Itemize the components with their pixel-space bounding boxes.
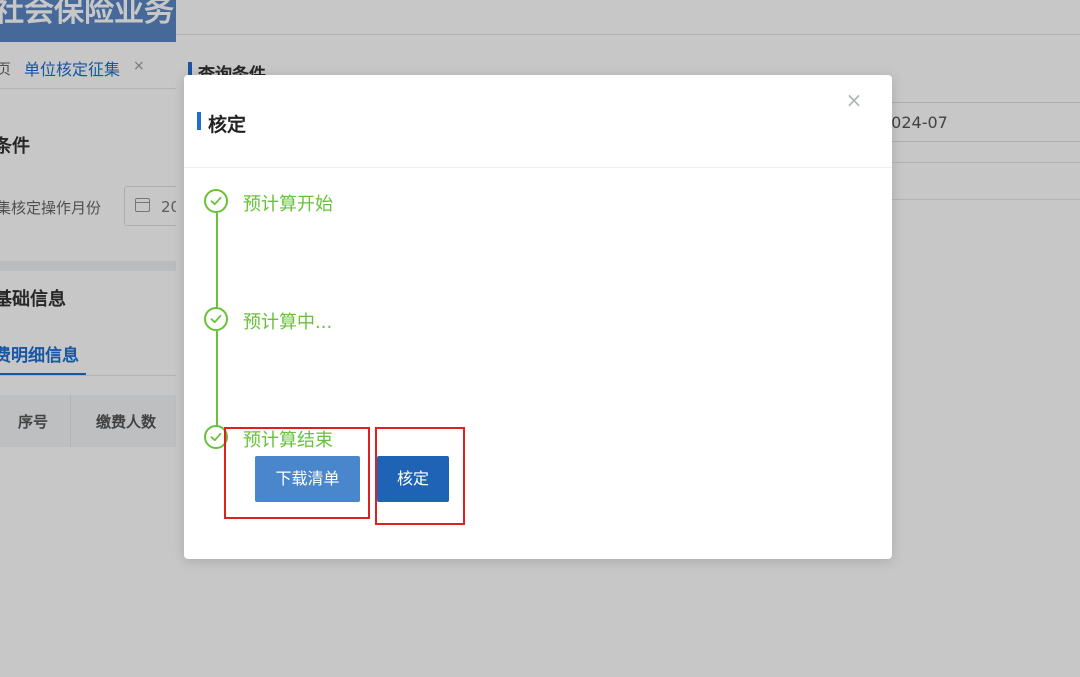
close-icon[interactable]: × xyxy=(845,89,863,111)
verification-dialog: 核定 × 预计算开始 预计算中... 预计算结束 下载清单 核定 xyxy=(184,75,892,559)
download-list-button[interactable]: 下载清单 xyxy=(255,456,360,502)
verify-button[interactable]: 核定 xyxy=(377,456,449,502)
step-label: 预计算中... xyxy=(243,312,333,333)
check-circle-icon xyxy=(204,425,228,449)
step-connector xyxy=(216,331,218,436)
check-circle-icon xyxy=(204,189,228,213)
step-label: 预计算开始 xyxy=(243,194,333,215)
dialog-header-divider xyxy=(184,167,892,168)
step-label: 预计算结束 xyxy=(243,430,333,451)
title-accent-bar xyxy=(197,112,201,130)
check-circle-icon xyxy=(204,307,228,331)
step-connector xyxy=(216,213,218,320)
dialog-title: 核定 xyxy=(208,114,247,136)
